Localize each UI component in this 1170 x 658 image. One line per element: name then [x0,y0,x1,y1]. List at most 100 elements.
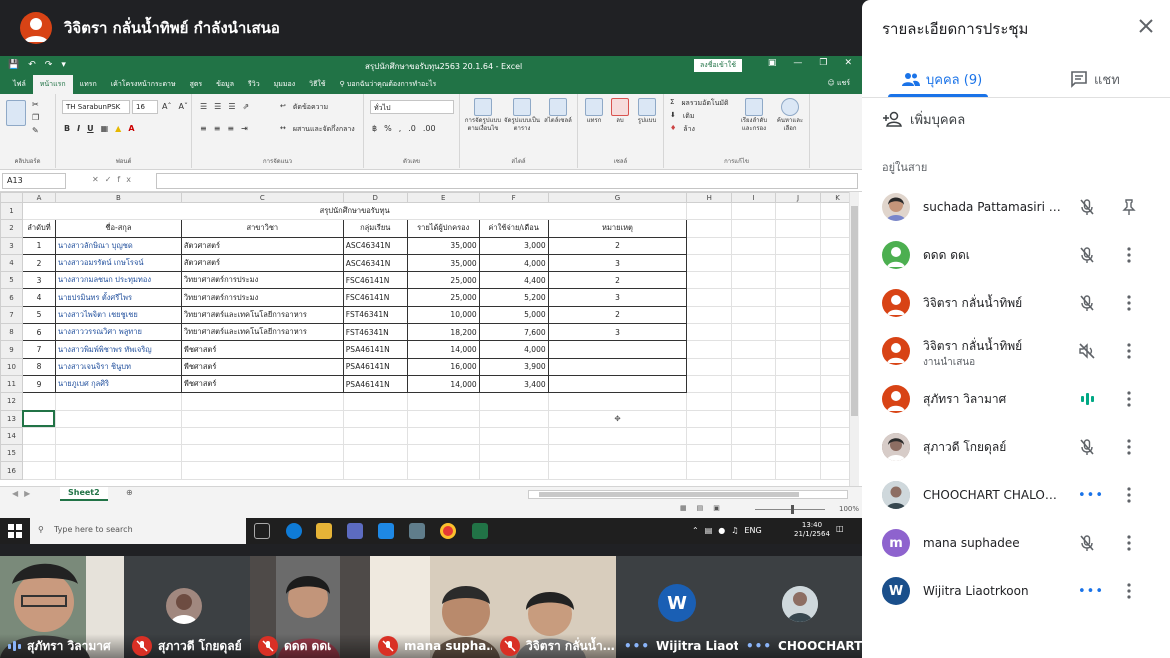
row-header[interactable]: 7 [0,305,23,325]
view-buttons[interactable]: ▦▤▣ [680,504,730,512]
cell[interactable]: 6 [21,323,56,342]
formula-input[interactable] [156,173,858,189]
underline-icon[interactable]: U [87,124,94,133]
font-color-icon[interactable]: A [128,124,134,133]
row-header[interactable]: 15 [0,444,23,463]
cell[interactable]: FSC46141N [342,288,408,307]
save-icon[interactable]: 💾 [8,60,19,70]
row-header[interactable]: 13 [0,409,23,428]
participant-row[interactable]: วิจิตรา กลั่นน้ำทิพย์ [862,279,1170,327]
autosum-button[interactable]: Σ ผลรวมอัตโนมัติ [670,98,729,109]
align-top-icon[interactable]: ☰ [200,102,207,111]
column-header[interactable]: H [686,192,733,203]
currency-icon[interactable]: ฿ [372,124,377,133]
camera-icon[interactable] [409,523,425,539]
add-people-button[interactable]: เพิ่มบุคคล [882,108,965,130]
conditional-format-button[interactable]: การจัดรูปแบบตามเงื่อนไข [464,98,502,133]
cell[interactable] [547,340,688,359]
more-options-icon[interactable] [1122,486,1136,504]
cell[interactable]: 3,400 [478,374,549,394]
file-explorer-icon[interactable] [316,523,332,539]
cell[interactable]: สัตวศาสตร์ [180,236,344,255]
cell[interactable]: FST46341N [342,305,408,325]
row-header[interactable]: 5 [0,271,23,290]
row-header[interactable]: 9 [0,340,23,359]
cell[interactable]: พืชศาสตร์ [180,374,344,394]
orientation-icon[interactable]: ⇗ [243,102,250,111]
cell[interactable]: 4 [21,288,56,307]
excel-icon[interactable] [472,523,488,539]
cell[interactable]: นางสาวไพจิตา เชยชูเชย [54,305,182,325]
cell[interactable]: FST46341N [342,323,408,342]
column-header[interactable]: G [547,192,688,203]
row-header[interactable]: 1 [0,201,23,221]
increase-decimal-icon[interactable]: .0 [408,124,416,133]
column-header[interactable]: B [54,192,182,203]
video-tile[interactable]: W •••Wijitra Liaotr… [616,556,738,658]
cell[interactable]: 8 [21,357,56,376]
cell[interactable]: PSA46141N [342,340,408,359]
cell[interactable]: 2 [547,236,688,255]
header-cell[interactable]: กลุ่มเรียน [342,219,408,238]
video-tile[interactable]: สุภาวดี โกยดุลย์ [124,556,250,658]
paste-button[interactable] [6,100,26,127]
tab-view[interactable]: มุมมอง [267,75,302,94]
redo-icon[interactable]: ↷ [45,60,53,70]
name-box[interactable]: A13 [2,173,66,189]
header-cell[interactable]: ค่าใช้จ่าย/เดือน [478,219,549,238]
shrink-font-icon[interactable]: Aˇ [178,102,187,111]
participant-row[interactable]: suchada Pattamasiri (คุณ) [862,183,1170,231]
cell[interactable]: 16,000 [406,357,480,376]
cell[interactable]: 2 [547,305,688,325]
cell[interactable]: 2 [547,271,688,290]
participant-row[interactable]: m mana suphadee [862,519,1170,567]
header-cell[interactable]: หมายเหตุ [547,219,688,238]
participant-row[interactable]: วิจิตรา กลั่นน้ำทิพย์ งานนำเสนอ [862,327,1170,375]
select-all-corner[interactable] [0,192,23,203]
cell[interactable]: นายปรมินทร ตั้งศรีไพร [54,288,182,307]
chrome-icon[interactable] [440,523,456,539]
participant-row[interactable]: สุภัทรา วิลามาศ [862,375,1170,423]
cell[interactable]: 7,600 [478,323,549,342]
cell[interactable]: 3 [547,323,688,342]
horizontal-scrollbar[interactable] [528,490,848,499]
comma-icon[interactable]: , [399,124,402,133]
ribbon-display-icon[interactable]: ▣ [768,58,777,68]
selected-cell[interactable] [21,409,56,428]
cell[interactable]: 3,000 [478,236,549,255]
column-header[interactable]: F [478,192,549,203]
sheet-title-cell[interactable]: สรุปนักศึกษาขอรับทุน [21,201,688,221]
more-options-icon[interactable] [1122,342,1136,360]
cell[interactable]: 25,000 [406,271,480,290]
cell[interactable]: ASC46341N [342,236,408,255]
minimize-icon[interactable]: — [793,58,802,68]
cell[interactable]: PSA46141N [342,374,408,394]
video-tile[interactable]: •••CHOOCHART… [738,556,862,658]
cell[interactable]: 18,200 [406,323,480,342]
column-header[interactable]: I [731,192,777,203]
formula-buttons[interactable]: ✕✓fx [92,175,137,184]
row-header[interactable]: 14 [0,426,23,446]
cell[interactable]: 3 [21,271,56,290]
tab-home[interactable]: หน้าแรก [32,75,73,94]
tab-insert[interactable]: แทรก [73,75,104,94]
number-format-box[interactable]: ทั่วไป [370,100,454,114]
header-cell[interactable]: ลำดับที่ [21,219,56,238]
cell[interactable]: 4,000 [478,253,549,273]
font-size-box[interactable]: 16 [132,100,158,114]
cell[interactable]: ASC46341N [342,253,408,273]
format-painter-icon[interactable]: ✎ [32,126,39,135]
store-icon[interactable] [347,523,363,539]
tab-help[interactable]: วิธีใช้ [302,75,332,94]
align-bottom-icon[interactable]: ☰ [228,102,235,111]
column-header[interactable]: E [406,192,480,203]
decrease-decimal-icon[interactable]: .00 [423,124,436,133]
vertical-scrollbar[interactable] [849,192,859,486]
cell[interactable]: 4,000 [478,340,549,359]
sheet-nav-arrows[interactable]: ◀▶ [12,489,36,498]
system-tray[interactable]: ⌃ ▤ ● ♫ ENG [692,526,762,535]
align-center-icon[interactable]: ≡ [214,124,221,133]
video-tile[interactable]: ดดด ดดเ [250,556,370,658]
more-options-icon[interactable] [1122,438,1136,456]
cell[interactable]: นางสาวกมลชนก ประทุมทอง [54,271,182,290]
